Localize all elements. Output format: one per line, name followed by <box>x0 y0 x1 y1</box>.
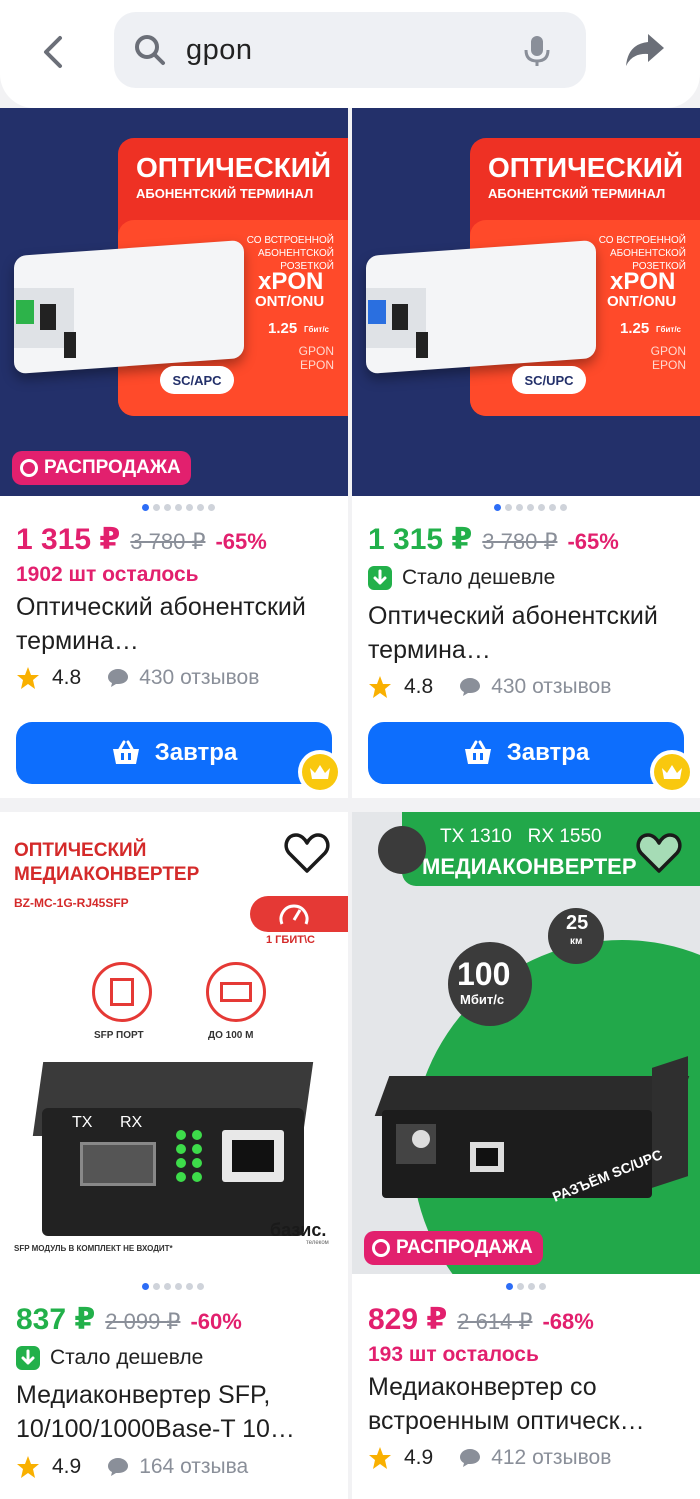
heart-icon[interactable] <box>636 832 682 874</box>
search-query[interactable]: gpon <box>186 34 253 67</box>
old-price: 2 614 ₽ <box>457 1309 533 1334</box>
price-drop-label: Стало дешевле <box>16 1346 203 1370</box>
search-icon <box>135 35 165 65</box>
basket-icon <box>112 740 139 764</box>
price: 1 315 ₽ <box>368 523 473 556</box>
sale-badge: РАСПРОДАЖА <box>12 451 191 485</box>
product-title[interactable]: Медиаконвертер SFP, 10/100/1000Base-T 10… <box>16 1378 331 1446</box>
reviews-count[interactable]: 412 отзывов <box>491 1446 611 1470</box>
crown-icon <box>298 750 342 794</box>
arrow-down-icon <box>368 566 392 590</box>
share-arrow-icon[interactable] <box>622 30 668 70</box>
star-icon <box>17 667 39 689</box>
reviews-count[interactable]: 430 отзывов <box>139 666 259 690</box>
basket-icon <box>464 740 491 764</box>
product-image[interactable]: TX 1310 RX 1550 МЕДИАКОНВЕРТЕР 25 км 100… <box>352 812 700 1274</box>
product-image[interactable]: ОПТИЧЕСКИЙ МЕДИАКОНВЕРТЕР BZ-MC-1G-RJ45S… <box>0 812 348 1274</box>
price-row: 829 ₽ 2 614 ₽ -68% <box>368 1302 594 1337</box>
buy-tomorrow-button[interactable]: Завтра <box>368 722 684 784</box>
stock-left: 1902 шт осталось <box>16 563 199 586</box>
top-search-bar: gpon <box>0 0 700 108</box>
product-title[interactable]: Оптический абонентский термина… <box>368 599 683 667</box>
product-card[interactable]: ОПТИЧЕСКИЙ АБОНЕНТСКИЙ ТЕРМИНАЛ СО ВСТРО… <box>352 108 700 798</box>
product-card[interactable]: ОПТИЧЕСКИЙ МЕДИАКОНВЕРТЕР BZ-MC-1G-RJ45S… <box>0 812 348 1499</box>
arrow-down-icon <box>16 1346 40 1370</box>
old-price: 3 780 ₽ <box>482 529 558 554</box>
heart-icon[interactable] <box>284 832 330 874</box>
buy-button-label: Завтра <box>506 739 590 766</box>
rating-value: 4.9 <box>52 1455 82 1478</box>
product-image[interactable]: ОПТИЧЕСКИЙ АБОНЕНТСКИЙ ТЕРМИНАЛ СО ВСТРО… <box>352 108 700 496</box>
image-pagination <box>142 504 215 511</box>
discount: -65% <box>215 529 267 554</box>
star-icon <box>369 1447 391 1469</box>
product-card[interactable]: ОПТИЧЕСКИЙ АБОНЕНТСКИЙ ТЕРМИНАЛ СО ВСТРО… <box>0 108 348 798</box>
stock-left: 193 шт осталось <box>368 1343 539 1366</box>
product-title[interactable]: Оптический абонентский термина… <box>16 590 331 658</box>
sale-badge: РАСПРОДАЖА <box>364 1231 543 1265</box>
price-drop-label: Стало дешевле <box>368 566 555 590</box>
discount: -60% <box>190 1309 242 1334</box>
rating-row: 4.9 412 отзывов <box>368 1446 611 1470</box>
rating-value: 4.9 <box>404 1446 434 1469</box>
price-row: 1 315 ₽ 3 780 ₽ -65% <box>16 522 267 557</box>
search-input[interactable]: gpon <box>114 12 586 88</box>
rating-row: 4.8 430 отзывов <box>368 675 611 699</box>
price: 1 315 ₽ <box>16 523 121 556</box>
chat-bubble-icon <box>460 1449 481 1467</box>
buy-button-label: Завтра <box>154 739 238 766</box>
star-icon <box>17 1456 39 1478</box>
buy-tomorrow-button[interactable]: Завтра <box>16 722 332 784</box>
microphone-icon[interactable] <box>522 34 552 68</box>
product-title[interactable]: Медиаконвертер со встроенным оптическ… <box>368 1370 683 1438</box>
image-pagination <box>142 1283 204 1290</box>
reviews-count[interactable]: 430 отзывов <box>491 675 611 699</box>
old-price: 2 099 ₽ <box>105 1309 181 1334</box>
star-icon <box>369 676 391 698</box>
product-card[interactable]: TX 1310 RX 1550 МЕДИАКОНВЕРТЕР 25 км 100… <box>352 812 700 1499</box>
product-image[interactable]: ОПТИЧЕСКИЙ АБОНЕНТСКИЙ ТЕРМИНАЛ СО ВСТРО… <box>0 108 348 496</box>
rating-row: 4.9 164 отзыва <box>16 1455 248 1479</box>
price-row: 1 315 ₽ 3 780 ₽ -65% <box>368 522 619 557</box>
chat-bubble-icon <box>108 1458 129 1476</box>
rating-value: 4.8 <box>52 666 82 689</box>
rating-row: 4.8 430 отзывов <box>16 666 259 690</box>
chat-bubble-icon <box>460 678 481 696</box>
rating-value: 4.8 <box>404 675 434 698</box>
image-pagination <box>506 1283 546 1290</box>
reviews-count[interactable]: 164 отзыва <box>139 1455 248 1479</box>
crown-icon <box>650 750 694 794</box>
chat-bubble-icon <box>108 669 129 687</box>
speedometer-icon <box>279 904 309 925</box>
discount: -65% <box>567 529 619 554</box>
image-pagination <box>494 504 567 511</box>
discount: -68% <box>542 1309 594 1334</box>
price-row: 837 ₽ 2 099 ₽ -60% <box>16 1302 242 1337</box>
price: 837 ₽ <box>16 1303 96 1336</box>
chevron-left-icon[interactable] <box>32 30 76 74</box>
price: 829 ₽ <box>368 1303 448 1336</box>
old-price: 3 780 ₽ <box>130 529 206 554</box>
